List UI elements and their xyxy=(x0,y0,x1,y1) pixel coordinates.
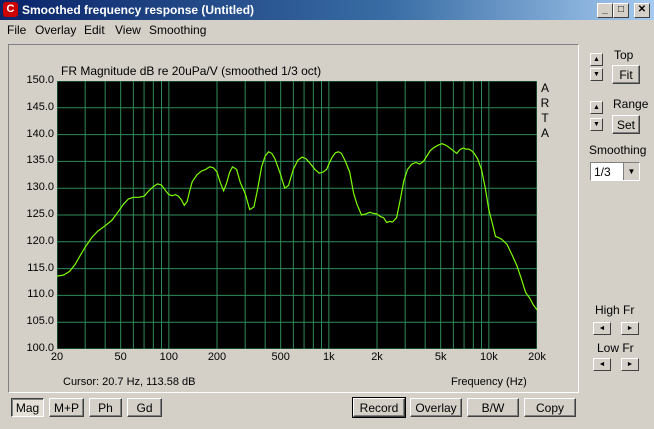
y-tick-label: 105.0 xyxy=(26,315,54,328)
fit-button[interactable]: Fit xyxy=(612,65,640,84)
x-tick-label: 10k xyxy=(479,351,498,363)
smoothing-value: 1/3 xyxy=(594,165,611,179)
bw-button[interactable]: B/W xyxy=(467,398,519,417)
y-tick-label: 110.0 xyxy=(27,288,54,301)
brand-letter: A xyxy=(540,81,549,95)
y-tick-label: 145.0 xyxy=(26,100,54,113)
x-tick-label: 20 xyxy=(50,351,64,363)
plot-panel: FR Magnitude dB re 20uPa/V (smoothed 1/3… xyxy=(8,44,579,393)
menu-edit[interactable]: Edit xyxy=(84,23,105,37)
y-tick-label: 120.0 xyxy=(26,234,54,247)
minimize-button[interactable]: _ xyxy=(597,3,613,18)
brand-letter: T xyxy=(541,111,549,125)
y-tick-label: 135.0 xyxy=(26,154,54,167)
record-button[interactable]: Record xyxy=(352,397,406,418)
cursor-readout: Cursor: 20.7 Hz, 113.58 dB xyxy=(63,376,196,388)
copy-button[interactable]: Copy xyxy=(524,398,576,417)
high-fr-right-button[interactable]: ► xyxy=(621,322,639,335)
menu-view[interactable]: View xyxy=(115,23,141,37)
x-tick-label: 200 xyxy=(207,351,227,363)
menu-file[interactable]: File xyxy=(7,23,26,37)
y-tick-label: 150.0 xyxy=(26,74,54,86)
maximize-button[interactable]: □ xyxy=(613,3,629,18)
top-label: Top xyxy=(614,48,634,62)
y-tick-label: 115.0 xyxy=(27,261,54,274)
app-icon[interactable]: C xyxy=(3,2,18,17)
set-button[interactable]: Set xyxy=(612,115,640,134)
x-tick-label: 20k xyxy=(528,351,546,363)
menu-bar: File Overlay Edit View Smoothing xyxy=(0,20,654,39)
arta-brand: A R T A xyxy=(540,81,550,141)
window-title: Smoothed frequency response (Untitled) xyxy=(22,3,255,17)
tab-magnitude-phase[interactable]: M+P xyxy=(49,398,84,417)
x-tick-label: 1k xyxy=(323,351,335,363)
range-label: Range xyxy=(613,97,649,111)
high-fr-label: High Fr xyxy=(595,303,635,317)
overlay-button[interactable]: Overlay xyxy=(410,398,462,417)
chart-title: FR Magnitude dB re 20uPa/V (smoothed 1/3… xyxy=(61,64,322,78)
dropdown-arrow-icon[interactable]: ▼ xyxy=(623,163,639,180)
tab-mag[interactable]: Mag xyxy=(11,398,44,417)
tab-group-delay[interactable]: Gd xyxy=(127,398,162,417)
low-fr-label: Low Fr xyxy=(597,341,634,355)
tab-phase[interactable]: Ph xyxy=(89,398,122,417)
title-bar: C Smoothed frequency response (Untitled)… xyxy=(0,0,654,20)
high-fr-left-button[interactable]: ◄ xyxy=(593,322,611,335)
y-tick-label: 130.0 xyxy=(26,181,54,194)
brand-letter: R xyxy=(540,96,550,110)
y-tick-label: 140.0 xyxy=(26,127,54,140)
low-fr-left-button[interactable]: ◄ xyxy=(593,358,611,371)
menu-smoothing[interactable]: Smoothing xyxy=(149,23,206,37)
y-tick-label: 125.0 xyxy=(26,208,54,220)
brand-letter: A xyxy=(540,126,549,140)
x-axis-label: Frequency (Hz) xyxy=(451,376,527,388)
low-fr-right-button[interactable]: ► xyxy=(621,358,639,371)
frequency-response-plot[interactable] xyxy=(57,81,537,349)
menu-overlay[interactable]: Overlay xyxy=(35,23,76,37)
x-tick-label: 100 xyxy=(159,351,178,363)
x-tick-label: 50 xyxy=(114,351,127,363)
smoothing-label: Smoothing xyxy=(589,143,647,157)
x-tick-label: 5k xyxy=(434,351,447,363)
close-button[interactable]: ✕ xyxy=(634,3,650,18)
smoothing-select[interactable]: 1/3 ▼ xyxy=(590,162,640,181)
x-tick-label: 500 xyxy=(271,351,290,363)
x-tick-label: 2k xyxy=(371,351,383,363)
range-up-button[interactable]: ▲ xyxy=(590,101,603,114)
top-down-button[interactable]: ▼ xyxy=(590,68,603,81)
range-down-button[interactable]: ▼ xyxy=(590,118,603,131)
top-up-button[interactable]: ▲ xyxy=(590,53,603,66)
